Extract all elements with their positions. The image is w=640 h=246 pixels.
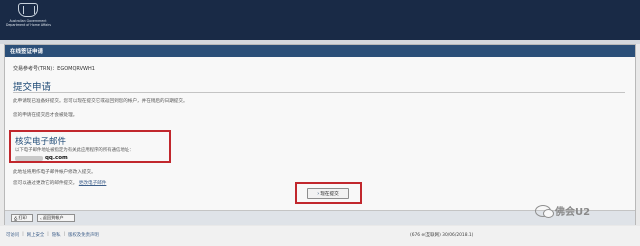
footer-separator: | (22, 232, 24, 237)
footer-separator: | (63, 232, 66, 237)
footer-links: 可访问 | 网上安全 | 隐私 | 版权及免责声明 (6, 232, 99, 238)
print-label: 打印 (18, 215, 27, 220)
panel-title: 在线签证申请 (5, 45, 635, 57)
change-email-link[interactable]: 更改电子邮件 (79, 181, 107, 186)
crest-line-2: Department of Home Affairs (6, 23, 52, 27)
trn-text: 交易参考号(TRN)：EGOMQRVWH1 (13, 66, 95, 72)
submit-instruction-1: 此申请现已准备好提交。您可以现在提交它或返回到您的帐户，并在稍后的日期提交。 (13, 99, 188, 104)
chevron-right-icon: › (317, 190, 320, 197)
submit-now-button[interactable]: › 现在提交 (307, 188, 349, 199)
application-panel: 在线签证申请 交易参考号(TRN)：EGOMQRVWH1 提交申请 此申请现已准… (4, 44, 636, 225)
verify-email-section: 核实电子邮件 以下电子邮件地址被指定为有关此应用程序的所有通信地址： qq.co… (9, 130, 171, 163)
footer-link-online-security[interactable]: 网上安全 (27, 232, 45, 238)
email-note-1: 此地址将用作电子邮件帐户修改入提交。 (13, 170, 96, 175)
footer-link-accessibility[interactable]: 可访问 (6, 232, 19, 238)
footer-separator: | (47, 232, 49, 237)
chevron-left-icon: ‹ (40, 215, 42, 221)
email-redacted (15, 155, 43, 161)
watermark-text: 佛会U2 (555, 207, 591, 218)
panel-content: 交易参考号(TRN)：EGOMQRVWH1 提交申请 此申请现已准备好提交。您可… (5, 57, 635, 226)
site-footer: 可访问 | 网上安全 | 隐私 | 版权及免责声明 (676 e(互联网) 30… (0, 226, 640, 246)
print-icon: ⎙ (14, 215, 18, 221)
government-crest-logo: Australian Government Department of Home… (6, 3, 52, 39)
submit-now-label: 现在提交 (320, 191, 339, 197)
verify-email-description: 以下电子邮件地址被指定为有关此应用程序的所有通信地址： (15, 148, 134, 153)
watermark: 佛会U2 (535, 203, 590, 218)
email-address: qq.com (15, 155, 68, 161)
return-to-account-button[interactable]: ‹ 返回到帐户 (37, 214, 75, 222)
submit-instruction-2: 您的申请在提交后才会被处理。 (13, 113, 78, 118)
email-domain: qq.com (45, 155, 68, 161)
return-account-label: 返回到帐户 (42, 215, 64, 220)
coat-of-arms-icon (18, 3, 38, 17)
footer-version-info: (676 e(互联网) 30/06/2018.1) (410, 233, 474, 238)
email-note-2: 您可以通过更改它的邮件提交。 更改电子邮件 (13, 180, 106, 186)
submit-heading: 提交申请 (13, 82, 52, 93)
verify-email-heading: 核实电子邮件 (15, 137, 67, 147)
email-note-2-text: 您可以通过更改它的邮件提交。 (13, 181, 78, 186)
divider (13, 92, 625, 93)
footer-link-copyright[interactable]: 版权及免责声明 (68, 232, 99, 238)
submit-highlight: › 现在提交 (295, 182, 362, 204)
footer-link-privacy[interactable]: 隐私 (52, 232, 61, 238)
print-button[interactable]: ⎙ 打印 (11, 214, 33, 222)
wechat-icon (535, 204, 554, 218)
site-header: Australian Government Department of Home… (0, 0, 640, 40)
